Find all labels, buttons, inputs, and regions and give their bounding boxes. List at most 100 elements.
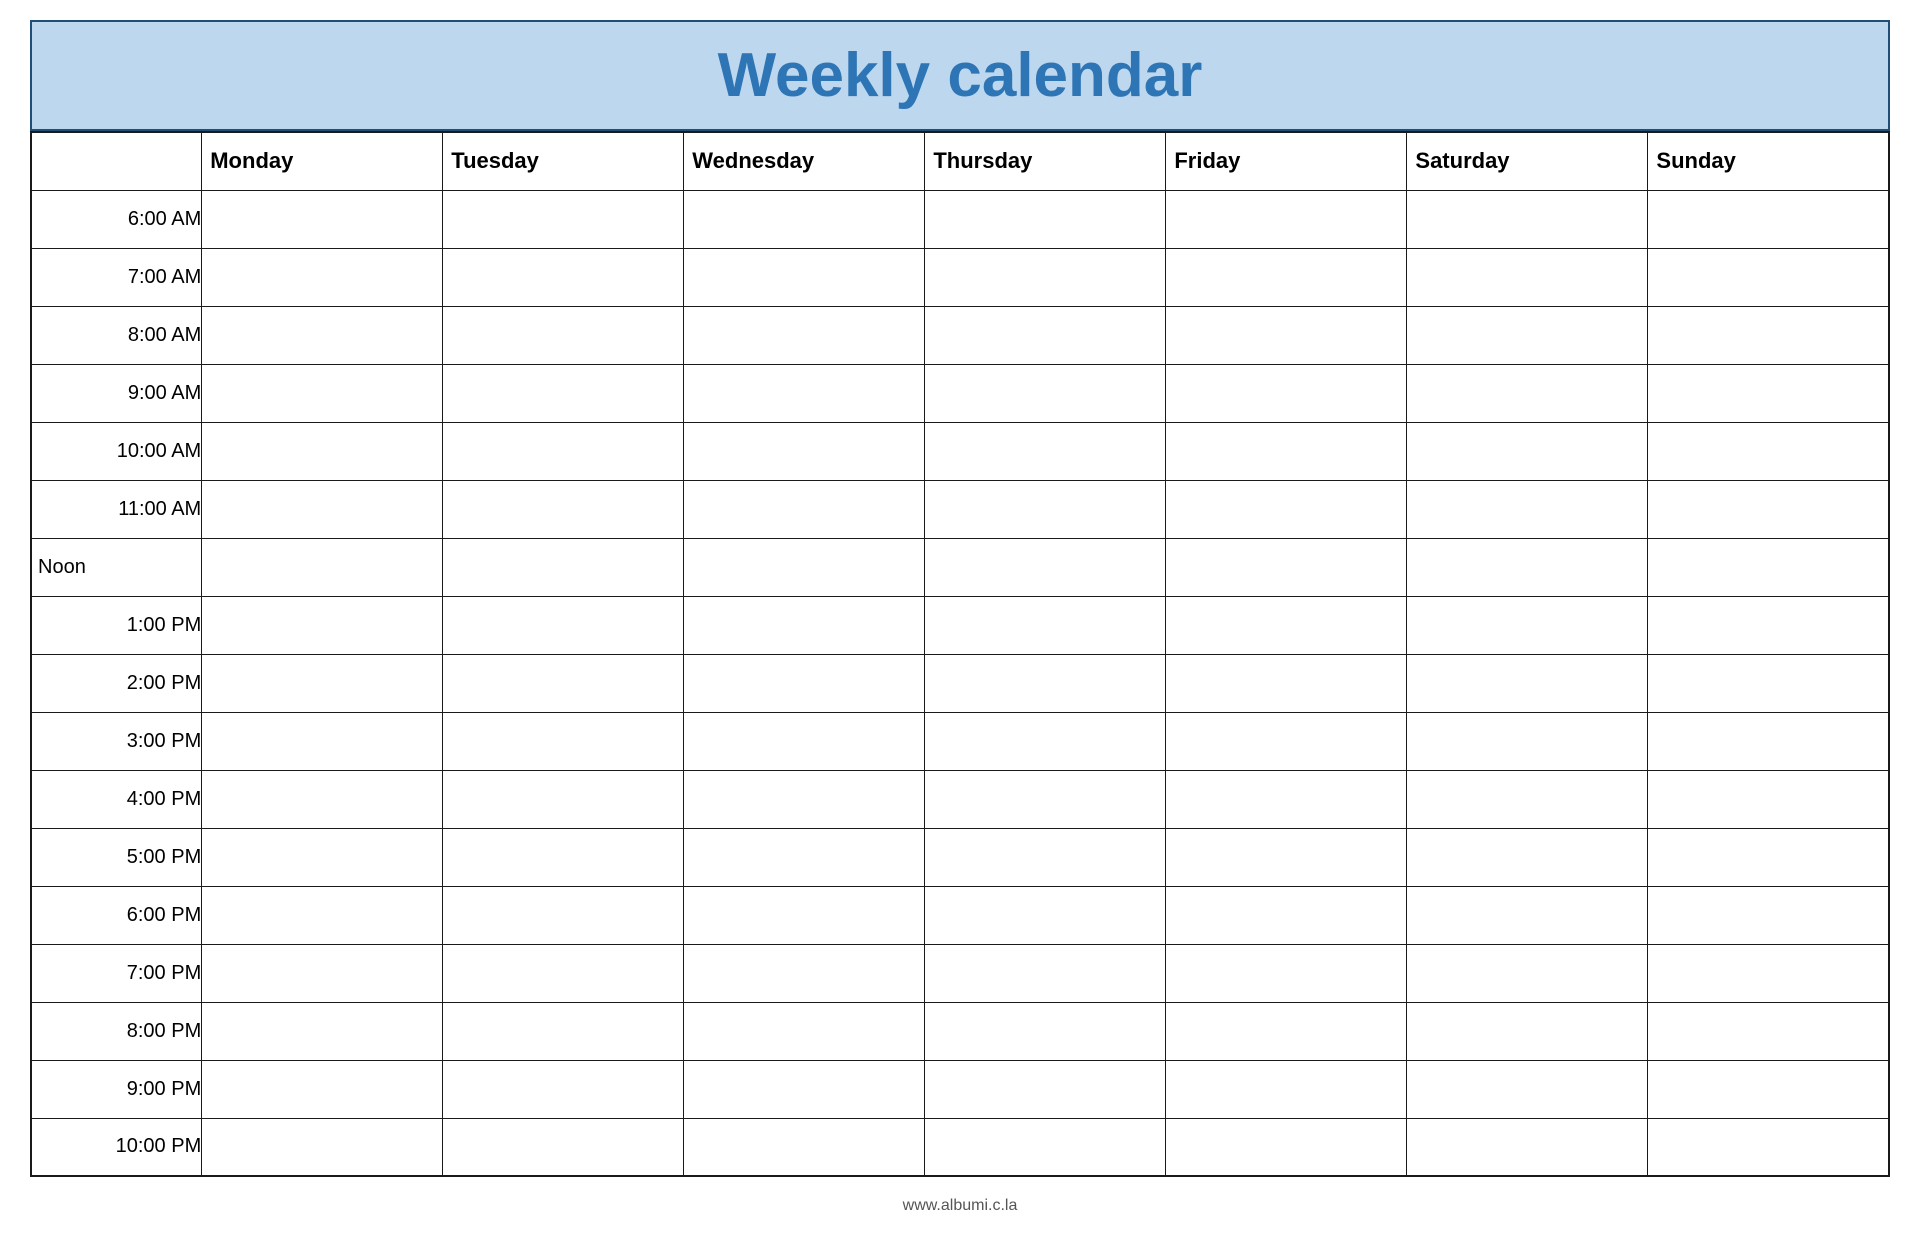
event-cell[interactable] [1166, 654, 1407, 712]
event-cell[interactable] [1166, 596, 1407, 654]
event-cell[interactable] [684, 306, 925, 364]
event-cell[interactable] [443, 944, 684, 1002]
event-cell[interactable] [1166, 828, 1407, 886]
event-cell[interactable] [1166, 306, 1407, 364]
event-cell[interactable] [202, 712, 443, 770]
event-cell[interactable] [1166, 364, 1407, 422]
event-cell[interactable] [1648, 886, 1889, 944]
event-cell[interactable] [684, 828, 925, 886]
event-cell[interactable] [1648, 828, 1889, 886]
event-cell[interactable] [925, 190, 1166, 248]
event-cell[interactable] [684, 712, 925, 770]
event-cell[interactable] [202, 480, 443, 538]
event-cell[interactable] [1166, 538, 1407, 596]
event-cell[interactable] [925, 828, 1166, 886]
event-cell[interactable] [684, 886, 925, 944]
event-cell[interactable] [443, 306, 684, 364]
event-cell[interactable] [925, 886, 1166, 944]
event-cell[interactable] [925, 770, 1166, 828]
event-cell[interactable] [925, 422, 1166, 480]
event-cell[interactable] [684, 1002, 925, 1060]
event-cell[interactable] [1648, 1060, 1889, 1118]
event-cell[interactable] [443, 712, 684, 770]
event-cell[interactable] [1648, 1118, 1889, 1176]
event-cell[interactable] [1166, 770, 1407, 828]
event-cell[interactable] [1407, 364, 1648, 422]
event-cell[interactable] [202, 364, 443, 422]
event-cell[interactable] [1648, 364, 1889, 422]
event-cell[interactable] [443, 770, 684, 828]
event-cell[interactable] [1648, 596, 1889, 654]
event-cell[interactable] [925, 712, 1166, 770]
event-cell[interactable] [684, 1060, 925, 1118]
event-cell[interactable] [684, 480, 925, 538]
event-cell[interactable] [202, 770, 443, 828]
event-cell[interactable] [443, 1002, 684, 1060]
event-cell[interactable] [1407, 712, 1648, 770]
event-cell[interactable] [443, 538, 684, 596]
event-cell[interactable] [1407, 944, 1648, 1002]
event-cell[interactable] [684, 596, 925, 654]
event-cell[interactable] [443, 596, 684, 654]
event-cell[interactable] [443, 886, 684, 944]
event-cell[interactable] [684, 654, 925, 712]
event-cell[interactable] [684, 364, 925, 422]
event-cell[interactable] [684, 190, 925, 248]
event-cell[interactable] [202, 654, 443, 712]
event-cell[interactable] [1648, 944, 1889, 1002]
event-cell[interactable] [925, 944, 1166, 1002]
event-cell[interactable] [925, 596, 1166, 654]
event-cell[interactable] [925, 248, 1166, 306]
event-cell[interactable] [1407, 480, 1648, 538]
event-cell[interactable] [1166, 886, 1407, 944]
event-cell[interactable] [1648, 538, 1889, 596]
event-cell[interactable] [443, 654, 684, 712]
event-cell[interactable] [925, 654, 1166, 712]
event-cell[interactable] [1407, 422, 1648, 480]
event-cell[interactable] [202, 538, 443, 596]
event-cell[interactable] [202, 886, 443, 944]
event-cell[interactable] [443, 248, 684, 306]
event-cell[interactable] [925, 364, 1166, 422]
event-cell[interactable] [443, 190, 684, 248]
event-cell[interactable] [1166, 1002, 1407, 1060]
event-cell[interactable] [684, 1118, 925, 1176]
event-cell[interactable] [925, 1060, 1166, 1118]
event-cell[interactable] [202, 306, 443, 364]
event-cell[interactable] [1648, 712, 1889, 770]
event-cell[interactable] [1407, 828, 1648, 886]
event-cell[interactable] [1166, 480, 1407, 538]
event-cell[interactable] [1648, 306, 1889, 364]
event-cell[interactable] [1166, 248, 1407, 306]
event-cell[interactable] [1407, 1002, 1648, 1060]
event-cell[interactable] [1166, 1118, 1407, 1176]
event-cell[interactable] [925, 538, 1166, 596]
event-cell[interactable] [925, 1002, 1166, 1060]
event-cell[interactable] [1407, 1060, 1648, 1118]
event-cell[interactable] [1166, 422, 1407, 480]
event-cell[interactable] [925, 1118, 1166, 1176]
event-cell[interactable] [443, 364, 684, 422]
event-cell[interactable] [202, 944, 443, 1002]
event-cell[interactable] [443, 422, 684, 480]
event-cell[interactable] [202, 1060, 443, 1118]
event-cell[interactable] [202, 248, 443, 306]
event-cell[interactable] [443, 480, 684, 538]
event-cell[interactable] [1648, 480, 1889, 538]
event-cell[interactable] [202, 828, 443, 886]
event-cell[interactable] [1407, 596, 1648, 654]
event-cell[interactable] [925, 306, 1166, 364]
event-cell[interactable] [202, 190, 443, 248]
event-cell[interactable] [1407, 886, 1648, 944]
event-cell[interactable] [202, 596, 443, 654]
event-cell[interactable] [443, 828, 684, 886]
event-cell[interactable] [1648, 654, 1889, 712]
event-cell[interactable] [1648, 190, 1889, 248]
event-cell[interactable] [1407, 190, 1648, 248]
event-cell[interactable] [1166, 190, 1407, 248]
event-cell[interactable] [1648, 1002, 1889, 1060]
event-cell[interactable] [684, 422, 925, 480]
event-cell[interactable] [202, 1002, 443, 1060]
event-cell[interactable] [684, 248, 925, 306]
event-cell[interactable] [684, 770, 925, 828]
